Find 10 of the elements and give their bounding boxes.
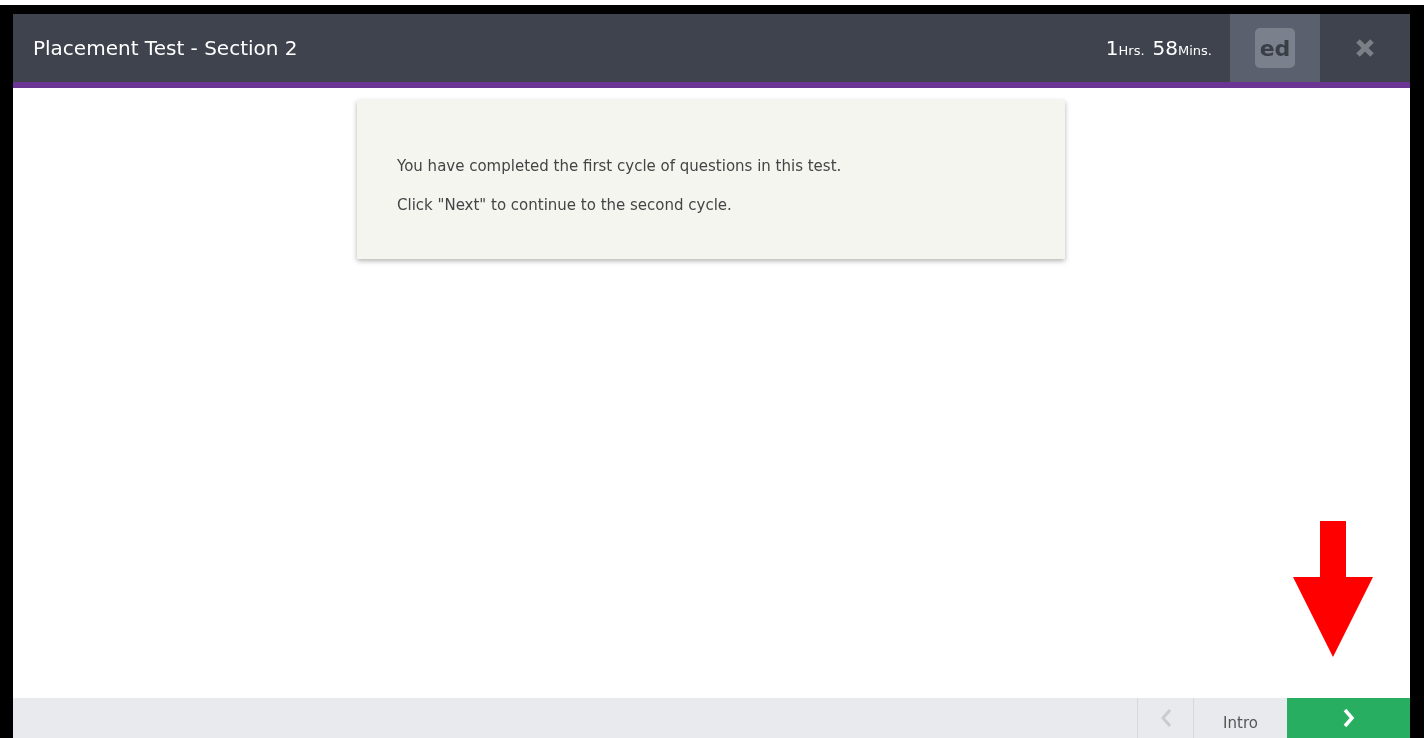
chevron-left-icon xyxy=(1159,708,1172,728)
test-title: Placement Test - Section 2 xyxy=(32,35,299,62)
timer-text: 58Mins. xyxy=(1152,35,1212,62)
message-text: You have completed the first cycle of questions in this test. xyxy=(397,156,843,177)
close-icon xyxy=(1355,38,1375,58)
logo: ed xyxy=(1255,28,1295,68)
chevron-right-icon xyxy=(1341,707,1356,729)
timer-text: 1Hrs. xyxy=(1105,35,1145,62)
next-button[interactable] xyxy=(1287,698,1410,738)
message-text: Click "Next" to continue to the second cycle. xyxy=(397,194,733,216)
